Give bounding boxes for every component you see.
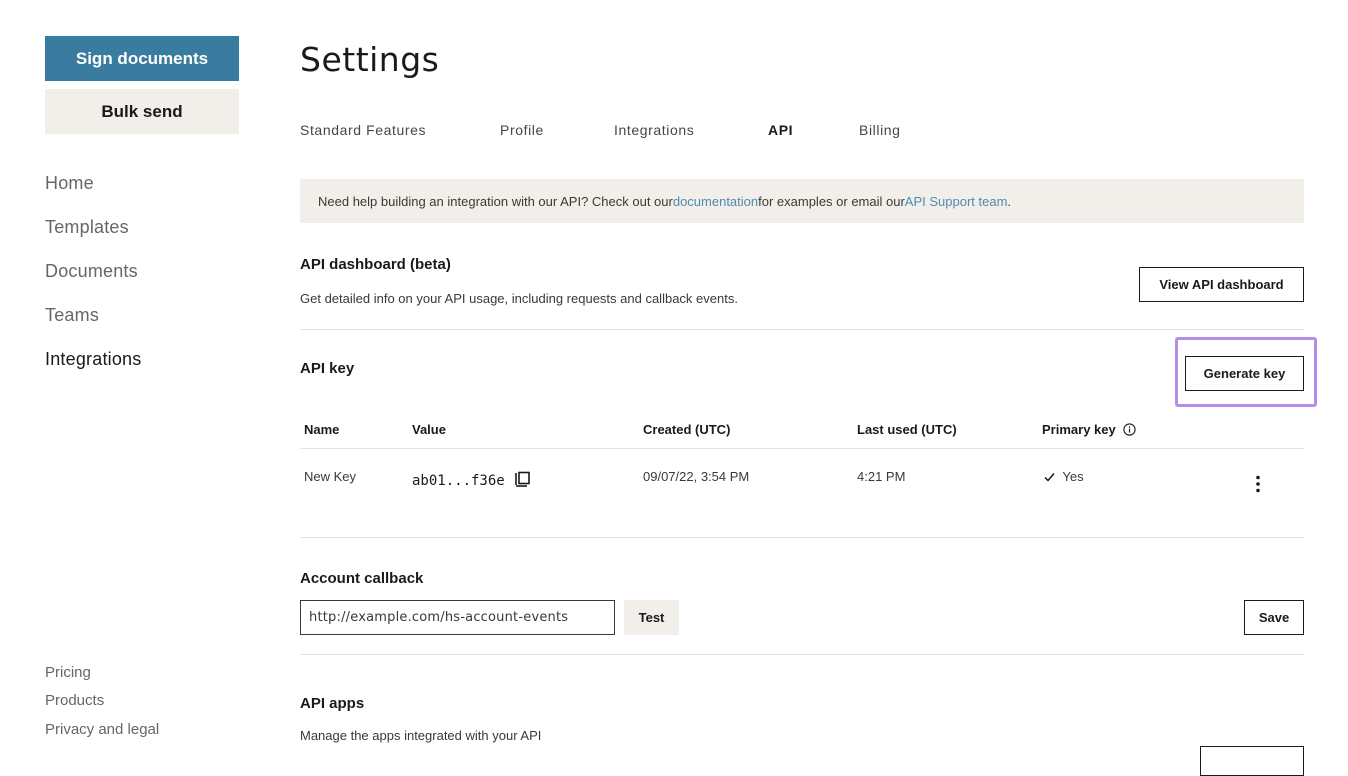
- primary-value: Yes: [1062, 469, 1084, 484]
- sidebar-item-teams[interactable]: Teams: [45, 305, 99, 326]
- info-icon[interactable]: [1123, 423, 1137, 439]
- banner-text: for examples or email our: [758, 193, 905, 209]
- footer-link-pricing[interactable]: Pricing: [45, 664, 91, 681]
- key-created-cell: 09/07/22, 3:54 PM: [643, 469, 750, 484]
- check-icon: [1044, 470, 1055, 485]
- api-dashboard-description: Get detailed info on your API usage, inc…: [300, 291, 738, 306]
- page-title: Settings: [300, 40, 440, 79]
- table-header-divider: [300, 448, 1304, 449]
- column-header-created: Created (UTC): [643, 422, 731, 437]
- key-value-cell: ab01...f36e: [412, 471, 531, 491]
- tab-profile[interactable]: Profile: [500, 122, 544, 138]
- banner-text: Need help building an integration with o…: [318, 193, 673, 209]
- tab-standard-features[interactable]: Standard Features: [300, 122, 426, 138]
- api-dashboard-title: API dashboard (beta): [300, 256, 451, 273]
- callback-url-input[interactable]: [300, 600, 615, 635]
- primary-key-label: Primary key: [1042, 422, 1116, 437]
- footer-link-products[interactable]: Products: [45, 692, 104, 709]
- key-name-cell: New Key: [304, 469, 357, 484]
- api-apps-description: Manage the apps integrated with your API: [300, 728, 542, 743]
- api-apps-button[interactable]: [1200, 746, 1304, 776]
- column-header-name: Name: [304, 422, 340, 437]
- api-key-title: API key: [300, 360, 355, 377]
- api-apps-title: API apps: [300, 695, 365, 712]
- column-header-last-used: Last used (UTC): [857, 422, 957, 437]
- generate-key-button[interactable]: Generate key: [1185, 356, 1304, 391]
- footer-link-privacy[interactable]: Privacy and legal: [45, 721, 159, 738]
- view-api-dashboard-button[interactable]: View API dashboard: [1139, 267, 1304, 302]
- tab-api[interactable]: API: [768, 122, 793, 138]
- documentation-link[interactable]: documentation: [673, 194, 758, 209]
- sign-documents-button[interactable]: Sign documents: [45, 36, 239, 81]
- key-primary-cell: Yes: [1044, 469, 1084, 485]
- sidebar-item-integrations[interactable]: Integrations: [45, 349, 141, 370]
- test-button[interactable]: Test: [624, 600, 679, 635]
- more-options-icon[interactable]: [1252, 474, 1264, 494]
- copy-icon[interactable]: [514, 471, 531, 491]
- bulk-send-button[interactable]: Bulk send: [45, 89, 239, 134]
- column-header-value: Value: [412, 422, 446, 437]
- divider: [300, 654, 1304, 655]
- key-last-used-cell: 4:21 PM: [857, 469, 906, 484]
- tab-billing[interactable]: Billing: [859, 122, 901, 138]
- sidebar-item-documents[interactable]: Documents: [45, 261, 138, 282]
- banner-text: .: [1007, 193, 1012, 209]
- column-header-primary-key: Primary key: [1042, 422, 1137, 439]
- divider: [300, 537, 1304, 538]
- tab-integrations[interactable]: Integrations: [614, 122, 694, 138]
- api-support-link[interactable]: API Support team: [905, 194, 1008, 209]
- save-button[interactable]: Save: [1244, 600, 1304, 635]
- key-value: ab01...f36e: [412, 473, 505, 489]
- sidebar-item-home[interactable]: Home: [45, 173, 94, 194]
- divider: [300, 329, 1304, 330]
- help-banner: Need help building an integration with o…: [300, 179, 1304, 223]
- account-callback-title: Account callback: [300, 570, 424, 587]
- sidebar-item-templates[interactable]: Templates: [45, 217, 129, 238]
